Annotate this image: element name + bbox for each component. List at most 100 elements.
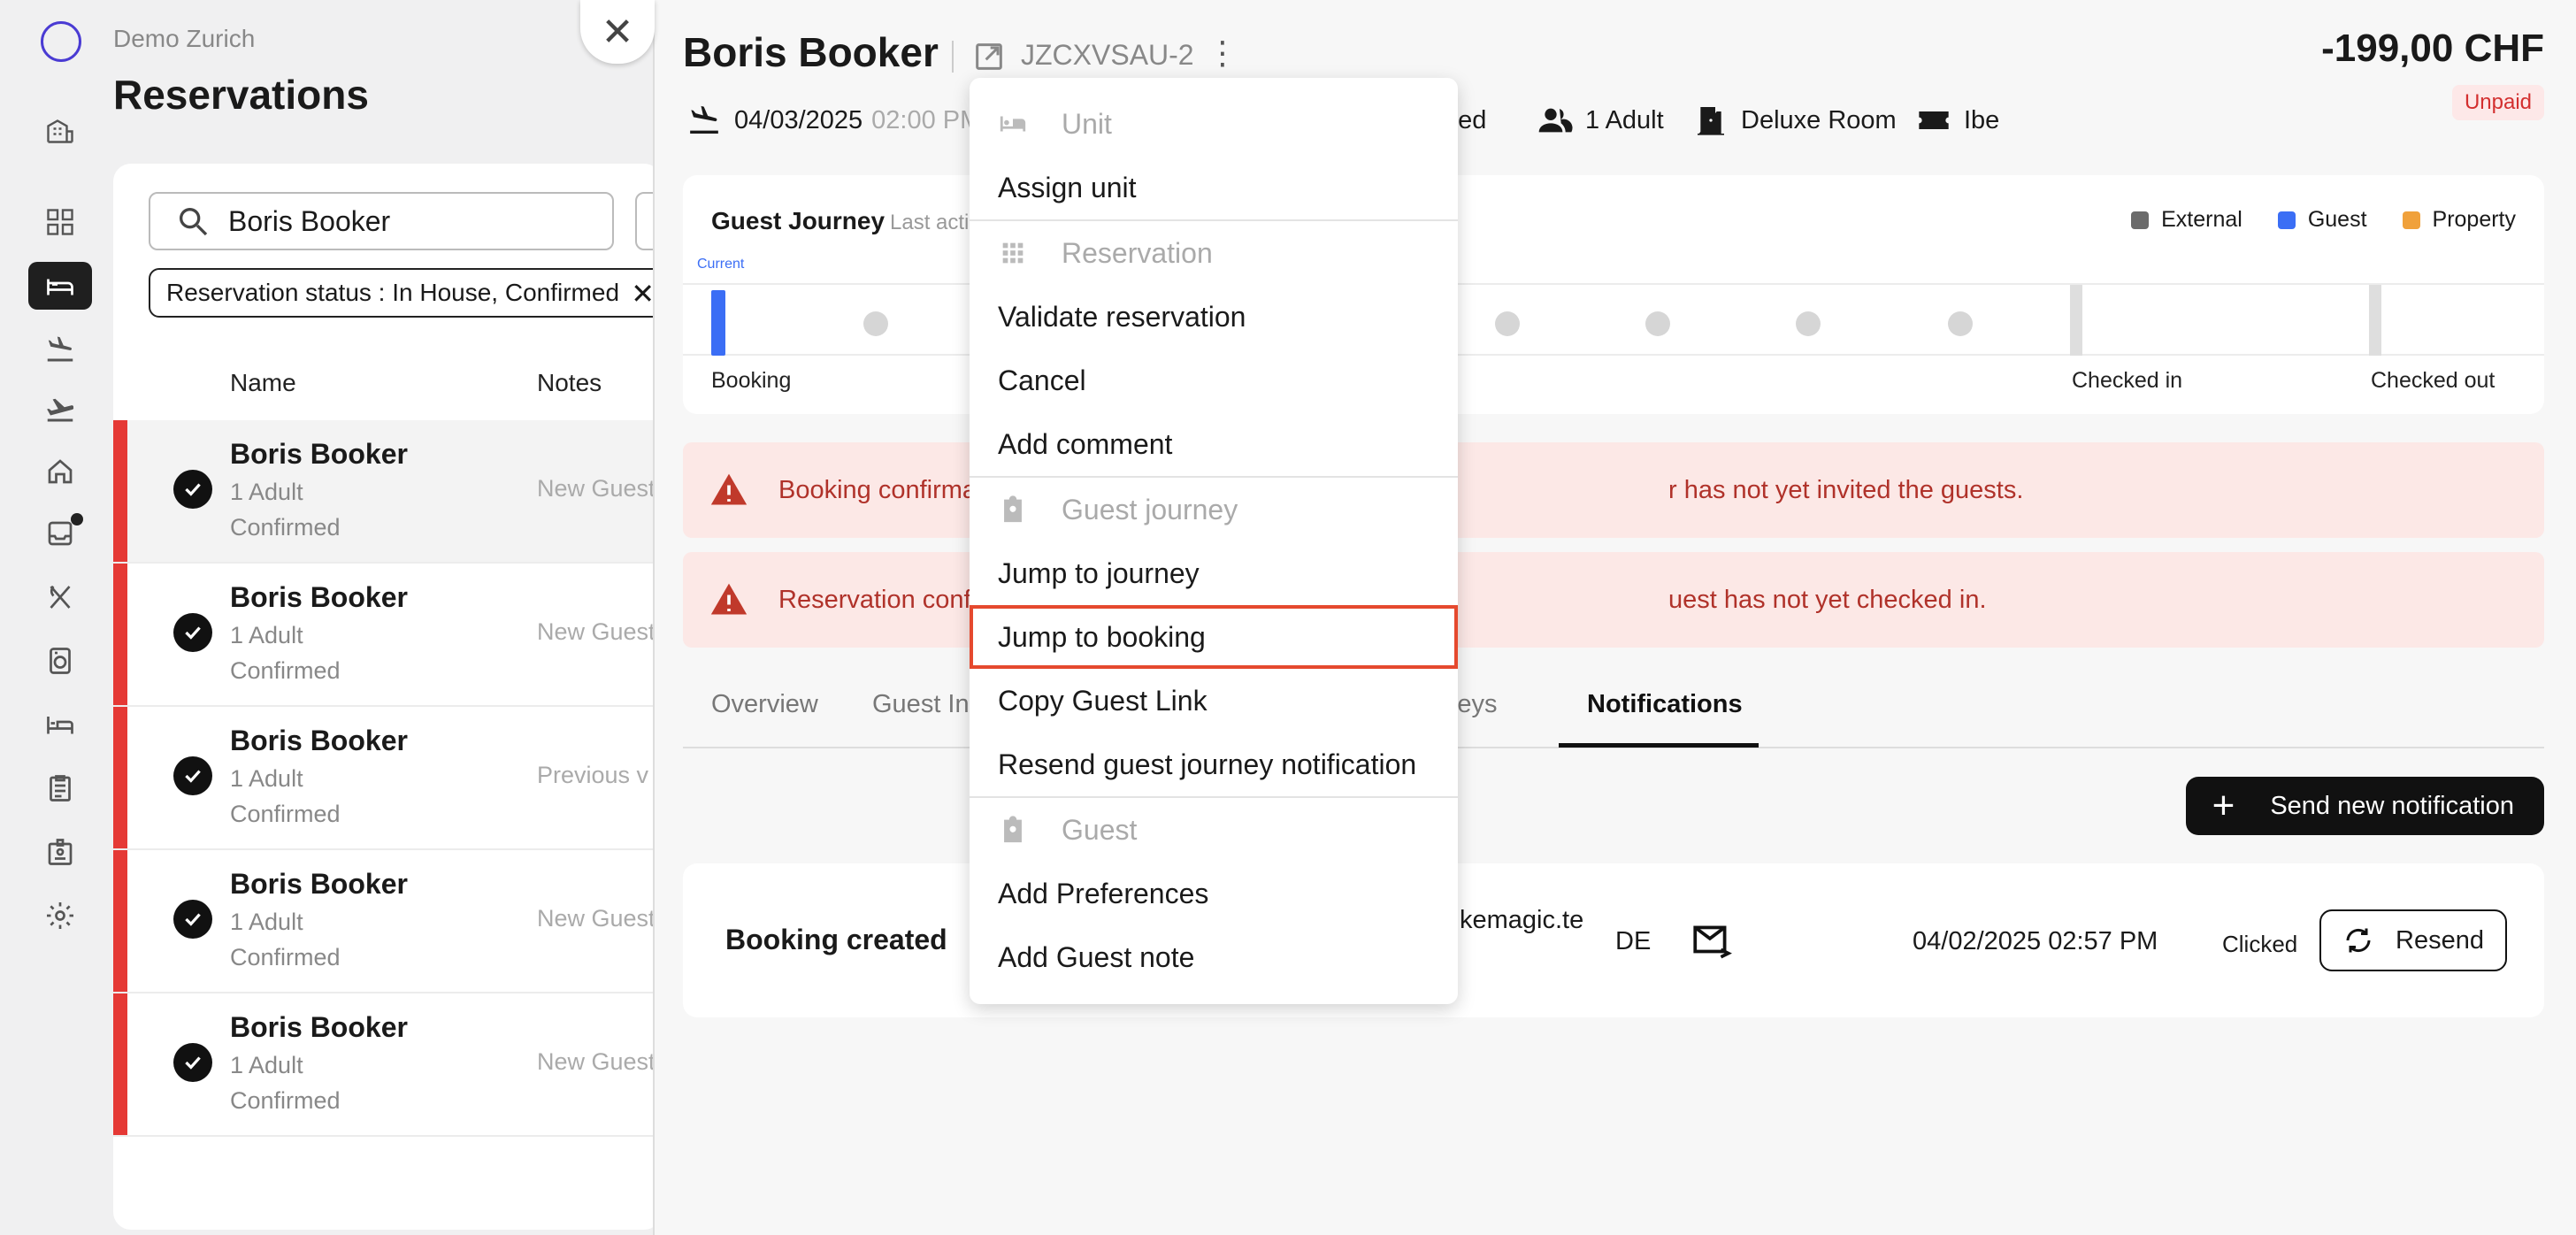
booking-code[interactable]: JZCXVSAU-2 (1021, 39, 1194, 72)
list-item[interactable]: Boris Booker 1 Adult Confirmed New Guest (113, 564, 662, 707)
active-tab-indicator (1559, 743, 1759, 748)
bed-icon (1000, 116, 1026, 132)
row-status: Confirmed (230, 657, 341, 684)
bed-icon[interactable] (28, 262, 92, 310)
mail-icon (1693, 925, 1732, 959)
home-icon[interactable] (28, 106, 92, 154)
notification-dot (71, 513, 83, 525)
menu-item-jump-to-journey[interactable]: Jump to journey (970, 541, 1458, 605)
notification-title: Booking created (725, 924, 947, 955)
journey-step[interactable] (1645, 311, 1670, 336)
people-icon (1538, 108, 1573, 133)
row-note: New Guest (537, 618, 656, 645)
notification-language: DE (1615, 927, 1652, 955)
app-logo[interactable] (41, 21, 81, 62)
menu-item-add-guest-note[interactable]: Add Guest note (970, 925, 1458, 989)
journey-step[interactable] (863, 311, 888, 336)
settings-icon[interactable] (28, 892, 92, 940)
departures-icon[interactable] (28, 386, 92, 433)
laundry-icon[interactable] (28, 637, 92, 685)
search-box[interactable] (149, 192, 614, 250)
tasks-icon[interactable] (28, 764, 92, 812)
check-icon (173, 1043, 212, 1082)
clipboard-person-icon (1004, 495, 1022, 523)
menu-header-label: Unit (1062, 107, 1112, 140)
search-icon (180, 208, 208, 236)
menu-header-reservation: Reservation (970, 221, 1458, 285)
arrivals-icon[interactable] (28, 326, 92, 373)
menu-item-resend-notification[interactable]: Resend guest journey notification (970, 733, 1458, 796)
tab-notifications[interactable]: Notifications (1587, 690, 1743, 719)
list-item[interactable]: Boris Booker 1 Adult Confirmed Previous … (113, 707, 662, 850)
adult-count: 1 Adult (1585, 105, 1664, 134)
warning-icon (710, 583, 748, 615)
legend-swatch-guest (2277, 211, 2296, 229)
row-guest-name: Boris Booker (230, 868, 408, 900)
close-panel-button[interactable]: ✕ (580, 0, 655, 64)
hotel-name: Demo Zurich (113, 25, 256, 52)
menu-item-copy-guest-link[interactable]: Copy Guest Link (970, 669, 1458, 733)
menu-header-label: Reservation (1062, 236, 1213, 269)
badge-icon[interactable] (28, 828, 92, 876)
send-notification-button[interactable]: + Send new notification (2185, 777, 2544, 835)
column-header-name[interactable]: Name (230, 369, 296, 397)
alert-text-end: r has not yet invited the guests. (1668, 475, 2024, 504)
detail-tabs: Overview Guest Ins Keys Notifications (683, 672, 2544, 748)
house-icon[interactable] (28, 448, 92, 495)
status-stripe (113, 707, 127, 848)
check-icon (173, 900, 212, 939)
inbox-icon[interactable] (28, 510, 92, 557)
amount: -199,00 CHF (2321, 27, 2544, 70)
menu-item-cancel[interactable]: Cancel (970, 349, 1458, 412)
external-link-icon[interactable] (971, 39, 1007, 74)
menu-item-jump-to-booking[interactable]: Jump to booking (970, 605, 1458, 669)
current-marker[interactable] (711, 290, 725, 356)
legend-external: External (2161, 207, 2242, 232)
menu-item-add-preferences[interactable]: Add Preferences (970, 862, 1458, 925)
journey-step[interactable] (1948, 311, 1973, 336)
current-marker-label: Current (697, 257, 745, 272)
rooms-icon[interactable] (28, 701, 92, 748)
list-item[interactable]: Boris Booker 1 Adult Confirmed New Guest (113, 420, 662, 564)
menu-item-add-comment[interactable]: Add comment (970, 412, 1458, 476)
tab-overview[interactable]: Overview (711, 690, 818, 719)
warning-icon (710, 473, 748, 505)
checkout-marker (2369, 285, 2381, 356)
status-stripe (113, 993, 127, 1135)
menu-item-assign-unit[interactable]: Assign unit (970, 156, 1458, 219)
close-icon: ✕ (601, 10, 634, 54)
resend-button[interactable]: Resend (2319, 909, 2507, 971)
reservation-detail: Boris Booker JZCXVSAU-2 ⋮ -199,00 CHF Un… (653, 0, 2576, 1235)
alert-text-start: Reservation confi (778, 585, 978, 614)
tab-guest-insights[interactable]: Guest Ins (872, 690, 982, 719)
more-vert-icon[interactable]: ⋮ (1207, 37, 1238, 69)
legend-guest: Guest (2307, 207, 2367, 232)
resend-label: Resend (2396, 925, 2484, 955)
search-input[interactable] (228, 204, 582, 238)
warning-alert: Booking confirma r has not yet invited t… (683, 442, 2544, 538)
status-stripe (113, 850, 127, 992)
journey-step[interactable] (1495, 311, 1520, 336)
reservation-list: Reservation status : In House, Confirmed… (113, 164, 662, 1230)
column-header-notes[interactable]: Notes (537, 369, 602, 397)
list-item[interactable]: Boris Booker 1 Adult Confirmed New Guest (113, 993, 662, 1137)
warning-alert: Reservation confi uest has not yet check… (683, 552, 2544, 648)
plus-icon: + (2212, 784, 2235, 827)
grid-dots-icon (1002, 242, 1024, 264)
journey-step[interactable] (1796, 311, 1821, 336)
row-guests: 1 Adult (230, 909, 303, 935)
stage-checked-out: Checked out (2371, 368, 2496, 393)
status-stripe (113, 564, 127, 705)
menu-header-label: Guest (1062, 813, 1138, 846)
filter-chip[interactable]: Reservation status : In House, Confirmed… (149, 268, 662, 318)
alert-text-end: uest has not yet checked in. (1668, 585, 1987, 614)
list-item[interactable]: Boris Booker 1 Adult Confirmed New Guest (113, 850, 662, 993)
dining-icon[interactable] (28, 573, 92, 621)
legend-swatch-external (2131, 211, 2150, 229)
row-guests: 1 Adult (230, 479, 303, 505)
close-icon[interactable]: ✕ (631, 277, 655, 311)
divider (952, 41, 954, 73)
menu-item-validate-reservation[interactable]: Validate reservation (970, 285, 1458, 349)
journey-track (683, 283, 2544, 356)
grid-icon[interactable] (28, 198, 92, 246)
